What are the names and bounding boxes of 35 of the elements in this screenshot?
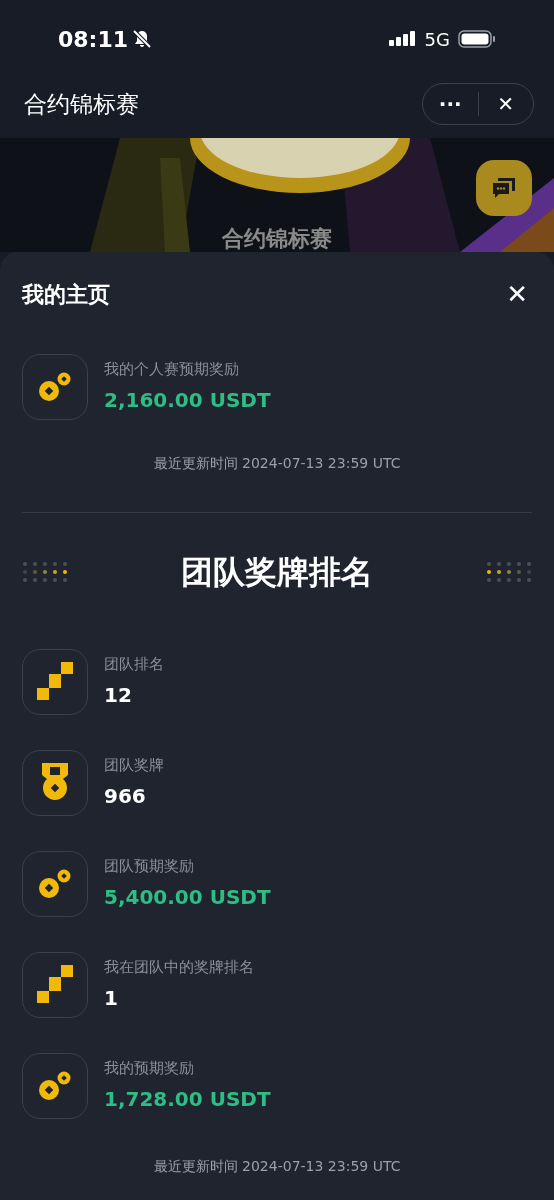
medal-icon: [40, 762, 70, 803]
stat-label: 我在团队中的奖牌排名: [104, 957, 254, 979]
battery-icon: [458, 30, 496, 48]
stat-value: 2,160.00 USDT: [104, 386, 271, 414]
stat-label: 团队预期奖励: [104, 856, 195, 878]
more-button[interactable]: ···: [423, 89, 478, 119]
stat-value: 1: [104, 984, 119, 1012]
coins-icon: [38, 371, 72, 402]
network-label: 5G: [424, 27, 450, 52]
stat-value: 1,728.00 USDT: [104, 1085, 271, 1113]
update-time: 最近更新时间 2024-07-13 23:59 UTC: [153, 1157, 401, 1176]
dots-ornament-icon: [486, 561, 532, 583]
stat-value: 5,400.00 USDT: [104, 883, 271, 911]
stairs-icon: [37, 964, 73, 1005]
stat-label: 团队排名: [104, 654, 164, 676]
banner-title: 合约锦标赛: [222, 228, 332, 252]
signal-icon: [388, 31, 417, 47]
coins-icon: [38, 868, 72, 899]
dots-ornament-icon: [22, 561, 68, 583]
clock-time: 08:11: [58, 25, 129, 54]
chat-button[interactable]: [476, 160, 532, 216]
coins-icon: [38, 1070, 72, 1101]
update-time: 最近更新时间 2024-07-13 23:59 UTC: [153, 454, 401, 473]
stat-value: 966: [104, 782, 147, 810]
sheet-title: 我的主页: [22, 280, 110, 309]
section-title: 团队奖牌排名: [181, 552, 373, 593]
stat-value: 12: [104, 681, 133, 709]
close-button[interactable]: ✕: [478, 89, 533, 119]
stat-label: 团队奖牌: [104, 755, 164, 777]
stairs-icon: [37, 661, 73, 702]
stat-label: 我的预期奖励: [104, 1058, 195, 1080]
close-button[interactable]: ✕: [502, 274, 532, 314]
chat-icon: [492, 177, 516, 199]
page-title: 合约锦标赛: [24, 89, 139, 119]
stat-label: 我的个人赛预期奖励: [104, 359, 240, 381]
